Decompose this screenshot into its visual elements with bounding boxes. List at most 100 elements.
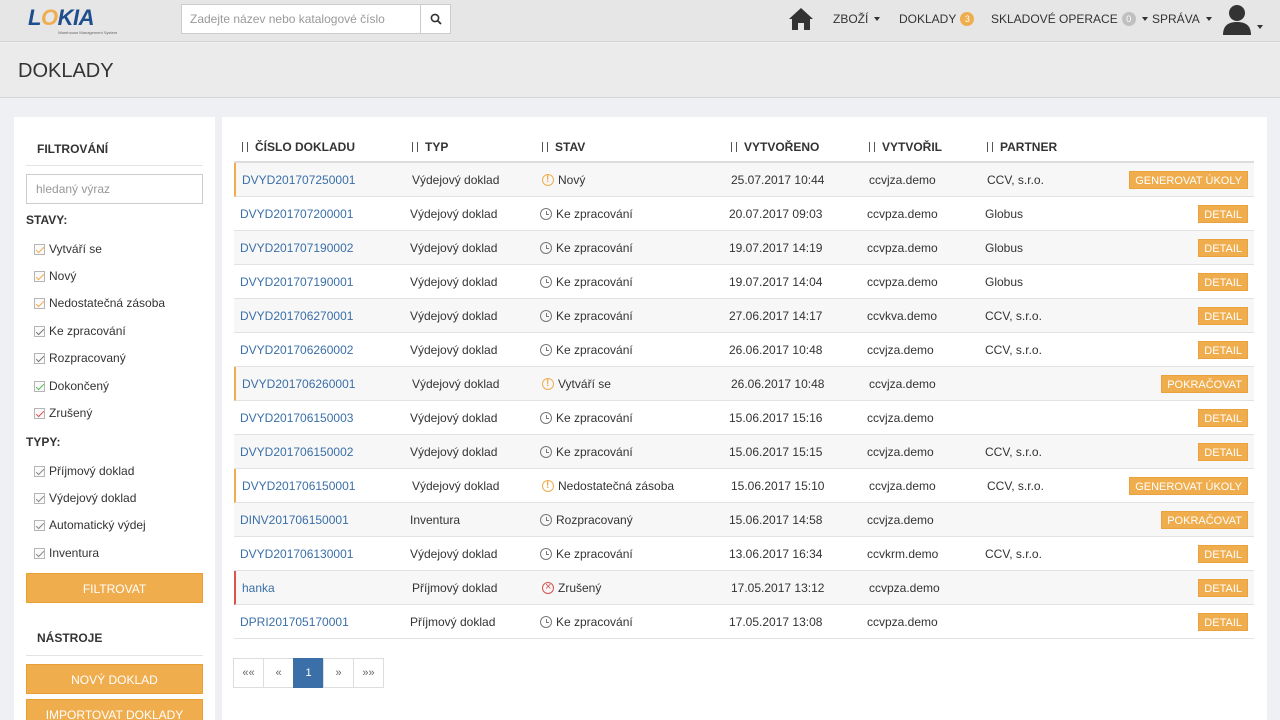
document-state-text: Ke zpracování (556, 275, 633, 289)
document-number-link-text[interactable]: DINV201706150001 (240, 513, 349, 527)
document-created-text: 19.07.2017 14:04 (729, 275, 823, 289)
document-number-link[interactable]: DVYD201706150001 (242, 479, 355, 493)
document-type-text: Výdejový doklad (410, 241, 498, 255)
detail-button[interactable]: DETAIL (1198, 409, 1248, 427)
search-button[interactable] (420, 4, 451, 34)
pagination-first[interactable]: «« (233, 658, 264, 688)
column-header-author[interactable]: VYTVOŘIL (867, 140, 942, 154)
document-number-link-text[interactable]: DVYD201707200001 (240, 207, 353, 221)
checkbox-icon[interactable] (34, 519, 45, 531)
document-number-link[interactable]: DVYD201707190002 (240, 241, 353, 255)
document-author-text: ccvkrm.demo (867, 547, 939, 561)
document-number-link-text[interactable]: DVYD201706130001 (240, 547, 353, 561)
document-author: ccvkva.demo (867, 309, 937, 323)
document-number-link-text[interactable]: hanka (242, 581, 275, 595)
state-checkbox-vytvari-se[interactable]: Vytváří se (34, 241, 102, 257)
detail-button[interactable]: DETAIL (1198, 579, 1248, 597)
checkbox-icon[interactable] (34, 243, 45, 255)
document-partner: CCV, s.r.o. (987, 479, 1044, 493)
home-icon[interactable] (788, 6, 814, 32)
column-header-type[interactable]: TYP (410, 140, 448, 154)
column-header-number[interactable]: ČÍSLO DOKLADU (240, 140, 355, 154)
user-menu-chevron-icon[interactable] (1257, 25, 1263, 29)
detail-button[interactable]: DETAIL (1198, 205, 1248, 223)
checkbox-icon[interactable] (34, 380, 45, 392)
nav-doklady[interactable]: DOKLADY 3 (899, 12, 975, 26)
document-type: Výdejový doklad (410, 445, 497, 459)
search-input[interactable] (181, 4, 421, 34)
state-checkbox-dokonceny[interactable]: Dokončený (34, 378, 109, 394)
checkbox-icon[interactable] (34, 547, 45, 559)
state-checkbox-zruseny[interactable]: Zrušený (34, 405, 92, 421)
import-documents-button[interactable]: IMPORTOVAT DOKLADY (26, 699, 203, 720)
document-number-link[interactable]: DINV201706150001 (240, 513, 349, 527)
detail-button[interactable]: DETAIL (1198, 341, 1248, 359)
document-number-link-text[interactable]: DVYD201706260001 (242, 377, 355, 391)
document-number-link[interactable]: hanka (242, 581, 275, 595)
detail-button[interactable]: DETAIL (1198, 273, 1248, 291)
generate-tasks-button[interactable]: GENEROVAT ÚKOLY (1129, 477, 1248, 495)
document-number-link-text[interactable]: DVYD201706270001 (240, 309, 353, 323)
generate-tasks-button[interactable]: GENEROVAT ÚKOLY (1129, 171, 1248, 189)
operace-count-badge: 0 (1121, 12, 1136, 26)
document-number-link-text[interactable]: DVYD201706150001 (242, 479, 355, 493)
document-number-link-text[interactable]: DVYD201706150002 (240, 445, 353, 459)
filter-search-input[interactable] (26, 174, 203, 204)
document-number-link[interactable]: DVYD201706270001 (240, 309, 353, 323)
document-number-link-text[interactable]: DVYD201706150003 (240, 411, 353, 425)
detail-button[interactable]: DETAIL (1198, 545, 1248, 563)
document-number-link-text[interactable]: DVYD201706260002 (240, 343, 353, 357)
document-number-link[interactable]: DVYD201706260002 (240, 343, 353, 357)
pagination-prev[interactable]: « (263, 658, 294, 688)
document-number-link-text[interactable]: DVYD201707190001 (240, 275, 353, 289)
document-number-link[interactable]: DVYD201706130001 (240, 547, 353, 561)
type-checkbox-vydejovy[interactable]: Výdejový doklad (34, 490, 136, 506)
type-checkbox-prijmovy[interactable]: Příjmový doklad (34, 463, 134, 479)
column-header-created[interactable]: VYTVOŘENO (729, 140, 819, 154)
checkbox-icon[interactable] (34, 325, 45, 337)
document-number-link-text[interactable]: DVYD201707190002 (240, 241, 353, 255)
filter-button[interactable]: FILTROVAT (26, 573, 203, 603)
nav-zbozi[interactable]: ZBOŽÍ (833, 12, 881, 26)
state-checkbox-ke-zpracovani[interactable]: Ke zpracování (34, 323, 126, 339)
type-checkbox-automaticky-vydej[interactable]: Automatický výdej (34, 517, 146, 533)
nav-sprava[interactable]: SPRÁVA (1152, 12, 1212, 26)
document-number-link[interactable]: DVYD201706150003 (240, 411, 353, 425)
checkbox-icon[interactable] (34, 492, 45, 504)
pagination-last[interactable]: »» (353, 658, 384, 688)
new-document-button[interactable]: NOVÝ DOKLAD (26, 664, 203, 694)
detail-button[interactable]: DETAIL (1198, 307, 1248, 325)
document-number-link[interactable]: DVYD201707200001 (240, 207, 353, 221)
type-checkbox-inventura[interactable]: Inventura (34, 545, 99, 561)
state-checkbox-rozpracovany[interactable]: Rozpracovaný (34, 350, 126, 366)
checkbox-icon[interactable] (34, 270, 45, 282)
document-type: Výdejový doklad (412, 479, 499, 493)
document-number-link[interactable]: DVYD201706260001 (242, 377, 355, 391)
app-logo[interactable]: LOKIA Warehouse Management System (28, 6, 117, 36)
document-number-link-text[interactable]: DPRI201705170001 (240, 615, 349, 629)
pagination-next[interactable]: » (323, 658, 354, 688)
document-number-link[interactable]: DVYD201707250001 (242, 173, 355, 187)
checkbox-icon[interactable] (34, 297, 45, 309)
continue-button[interactable]: POKRAČOVAT (1161, 375, 1248, 393)
detail-button[interactable]: DETAIL (1198, 443, 1248, 461)
user-avatar-icon[interactable] (1222, 3, 1252, 37)
checkbox-icon[interactable] (34, 465, 45, 477)
divider (26, 655, 203, 656)
document-number-link[interactable]: DVYD201706150002 (240, 445, 353, 459)
column-header-partner[interactable]: PARTNER (985, 140, 1057, 154)
nav-skladove-operace[interactable]: SKLADOVÉ OPERACE 0 (991, 12, 1148, 26)
column-header-state[interactable]: STAV (540, 140, 585, 154)
state-checkbox-nedostatecna-zasoba[interactable]: Nedostatečná zásoba (34, 295, 165, 311)
pagination-current-page[interactable]: 1 (293, 658, 324, 688)
checkbox-icon[interactable] (34, 407, 45, 419)
continue-button[interactable]: POKRAČOVAT (1161, 511, 1248, 529)
warning-icon (542, 480, 554, 492)
state-checkbox-novy[interactable]: Nový (34, 268, 76, 284)
document-number-link[interactable]: DVYD201707190001 (240, 275, 353, 289)
document-number-link[interactable]: DPRI201705170001 (240, 615, 349, 629)
document-number-link-text[interactable]: DVYD201707250001 (242, 173, 355, 187)
checkbox-icon[interactable] (34, 352, 45, 364)
detail-button[interactable]: DETAIL (1198, 239, 1248, 257)
detail-button[interactable]: DETAIL (1198, 613, 1248, 631)
